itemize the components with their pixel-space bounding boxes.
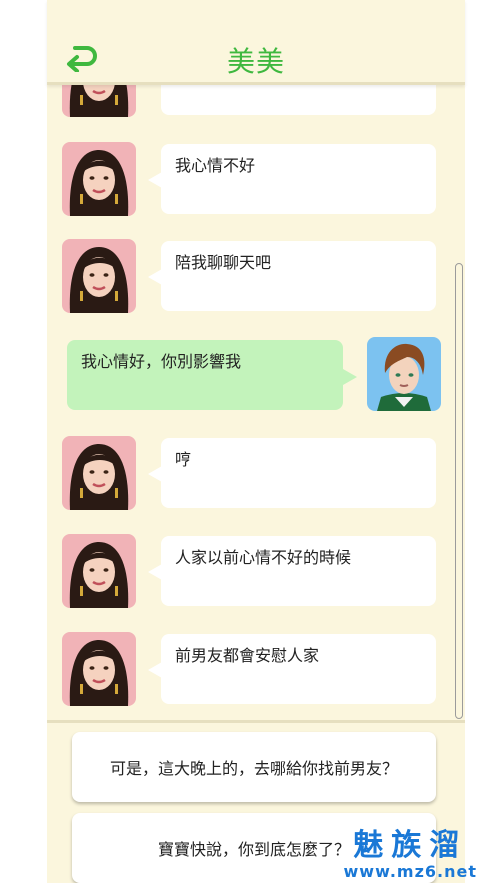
- contact-avatar: [62, 85, 136, 117]
- message-bubble: 哼: [161, 438, 436, 508]
- contact-avatar: [62, 534, 136, 608]
- reply-choice-button[interactable]: 可是，這大晚上的，去哪給你找前男友？: [72, 732, 436, 802]
- contact-avatar: [62, 632, 136, 706]
- page-title: 美美: [226, 45, 285, 78]
- chat-scrollbar[interactable]: [455, 263, 463, 719]
- reply-choice-label: 可是，這大晚上的，去哪給你找前男友？: [109, 759, 398, 778]
- choices-divider: [47, 720, 465, 723]
- top-bar: 美美: [47, 0, 465, 85]
- contact-avatar: [62, 142, 136, 216]
- bubble-tail: [148, 564, 162, 580]
- reply-choice-label: 寶寶快說，你到底怎麼了？: [157, 840, 350, 859]
- watermark: 魅族溜 www.mz6.net: [344, 829, 477, 881]
- user-avatar: [367, 337, 441, 411]
- message-bubble: 我心情不好: [161, 144, 436, 214]
- watermark-url: www.mz6.net: [343, 862, 477, 881]
- message-bubble-self: 我心情好，你別影響我: [67, 340, 343, 410]
- bubble-tail: [148, 662, 162, 678]
- watermark-logo: 魅族溜: [353, 828, 468, 863]
- message-bubble: [161, 85, 436, 115]
- bubble-tail: [343, 369, 357, 385]
- message-bubble: 人家以前心情不好的時候: [161, 536, 436, 606]
- bubble-tail: [148, 466, 162, 482]
- bubble-tail: [148, 269, 162, 285]
- contact-avatar: [62, 239, 136, 313]
- message-bubble: 陪我聊聊天吧: [161, 241, 436, 311]
- contact-avatar: [62, 436, 136, 510]
- bubble-tail: [148, 172, 162, 188]
- chat-area[interactable]: 我心情不好 陪我聊聊天吧 我心情好，你別影響我 哼 人家以前心情不好的時候 前男…: [47, 85, 465, 721]
- message-bubble: 前男友都會安慰人家: [161, 634, 436, 704]
